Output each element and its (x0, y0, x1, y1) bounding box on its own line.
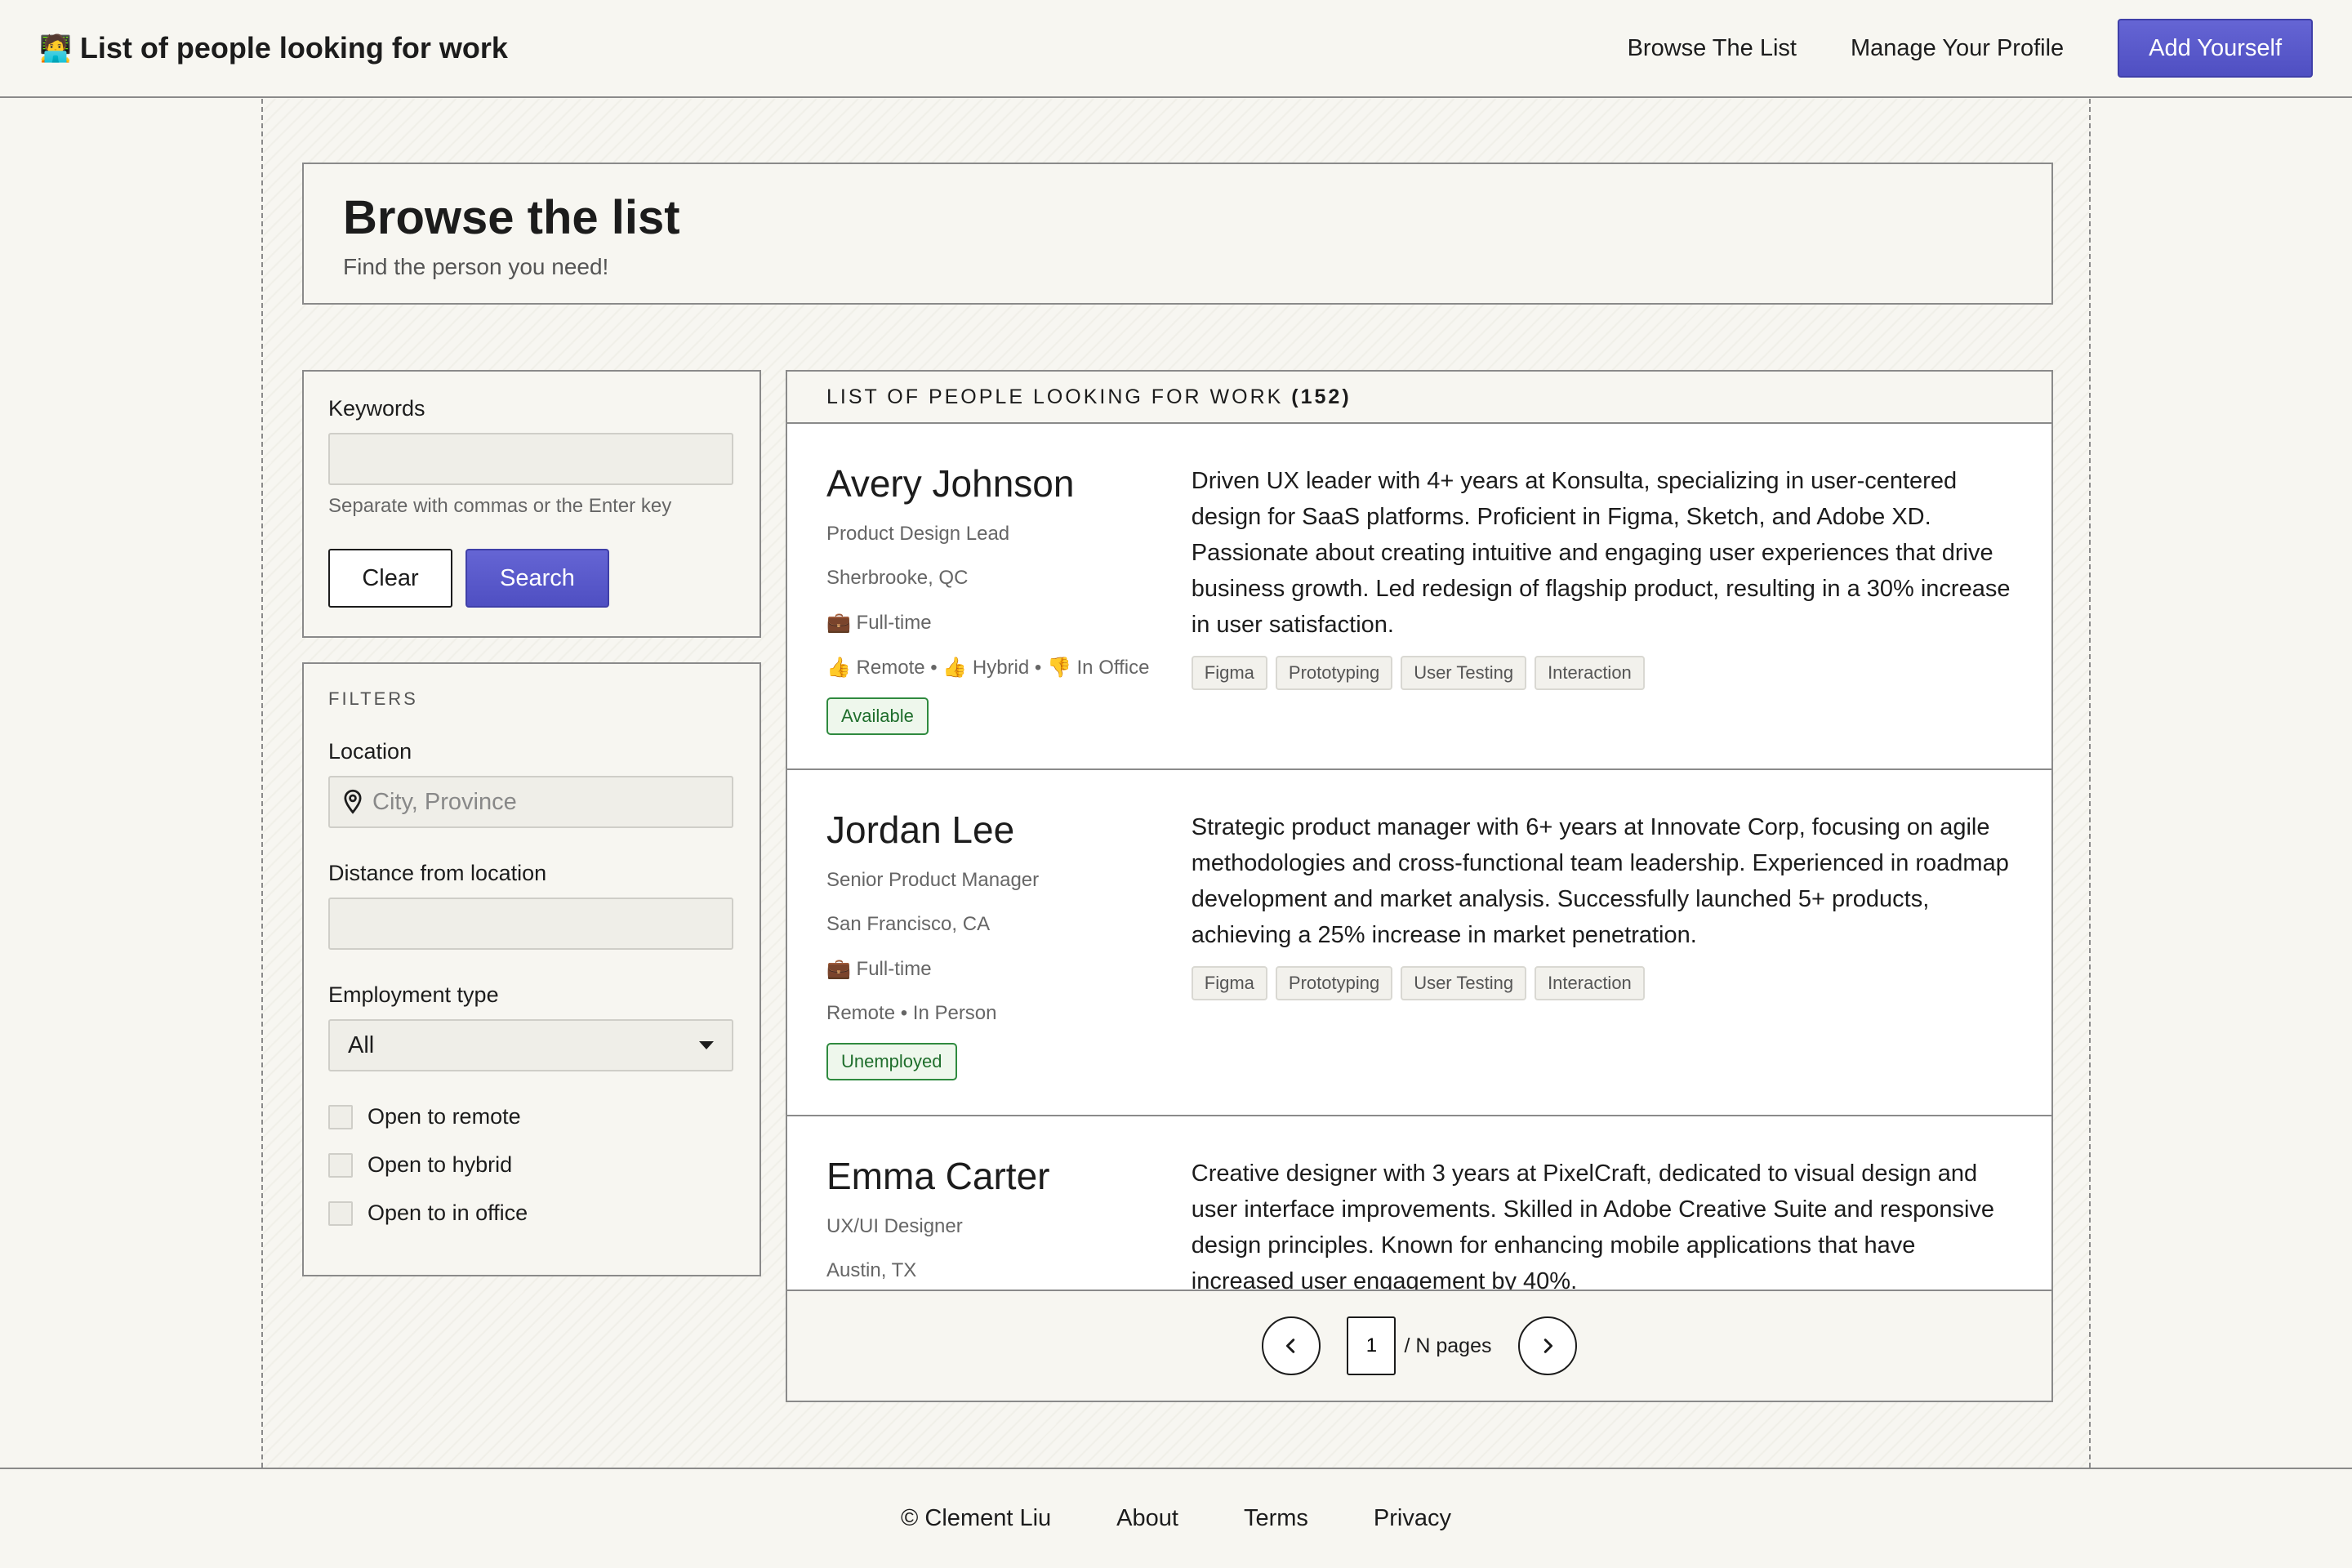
top-header: 🧑‍💻 List of people looking for work Brow… (0, 0, 2352, 98)
work-preferences: 👍 Remote • 👍 Hybrid • 👎 In Office (826, 656, 1150, 679)
skill-tag: Figma (1191, 966, 1267, 1000)
location-pin-icon (344, 789, 362, 814)
open-to-office-option[interactable]: Open to in office (328, 1200, 735, 1226)
person-title: UX/UI Designer (826, 1214, 963, 1237)
filters-heading: FILTERS (328, 688, 418, 709)
person-summary: Jordan Lee Senior Product Manager San Fr… (826, 809, 1192, 1115)
person-name[interactable]: Emma Carter (826, 1156, 1192, 1197)
list-heading: LIST OF PEOPLE LOOKING FOR WORK (826, 385, 1284, 408)
person-title: Product Design Lead (826, 522, 1010, 545)
open-to-office-checkbox[interactable] (328, 1200, 353, 1226)
person-bio: Strategic product manager with 6+ years … (1191, 814, 2009, 948)
open-to-office-label: Open to in office (368, 1200, 528, 1225)
location-input[interactable] (372, 777, 720, 826)
next-page-button[interactable] (1517, 1316, 1577, 1375)
page-count-label: / N pages (1404, 1334, 1492, 1357)
location-input-wrapper[interactable] (328, 776, 733, 828)
person-details: Creative designer with 3 years at PixelC… (1192, 1156, 2012, 1290)
person-summary: Avery Johnson Product Design Lead Sherbr… (826, 463, 1192, 768)
skill-tag: Interaction (1535, 656, 1645, 690)
pagination: / N pages (787, 1290, 2051, 1401)
main-nav: Browse The List Manage Your Profile Add … (1574, 19, 2313, 78)
employment-type-value: All (348, 1031, 375, 1058)
work-preferences: Remote • In Person (826, 1001, 997, 1024)
list-item[interactable]: Emma Carter UX/UI Designer Austin, TX Cr… (787, 1116, 2051, 1290)
employment-filter: Employment type All (328, 982, 735, 1071)
location-label: Location (328, 739, 412, 764)
skill-tag: Figma (1191, 656, 1267, 690)
skill-tags: Figma Prototyping User Testing Interacti… (1191, 966, 2012, 1000)
brand-title: List of people looking for work (79, 31, 508, 65)
copyright: © Clement Liu (901, 1505, 1052, 1531)
distance-filter: Distance from location (328, 861, 735, 950)
page-title-box: Browse the list Find the person you need… (302, 163, 2053, 305)
person-location: Sherbrooke, QC (826, 566, 969, 589)
clear-button[interactable]: Clear (328, 549, 452, 608)
skill-tag: User Testing (1401, 656, 1527, 690)
chevron-right-icon (1544, 1339, 1552, 1353)
skill-tag: User Testing (1401, 966, 1527, 1000)
main-content: Browse the list Find the person you need… (261, 99, 2091, 1468)
person-name[interactable]: Avery Johnson (826, 463, 1192, 505)
search-button[interactable]: Search (466, 549, 609, 608)
page-number-input[interactable] (1347, 1316, 1396, 1375)
footer: © Clement Liu About Terms Privacy (0, 1468, 2352, 1568)
nav-manage-profile-link[interactable]: Manage Your Profile (1851, 35, 2064, 62)
skill-tag: Prototyping (1275, 656, 1393, 690)
open-to-hybrid-label: Open to hybrid (368, 1152, 513, 1177)
person-details: Driven UX leader with 4+ years at Konsul… (1191, 463, 2012, 768)
list-count: (152) (1291, 385, 1352, 408)
person-details: Strategic product manager with 6+ years … (1191, 809, 2012, 1115)
employment-type-label: Employment type (328, 982, 499, 1007)
status-badge: Available (826, 697, 929, 735)
people-list[interactable]: Avery Johnson Product Design Lead Sherbr… (787, 424, 2051, 1290)
filters-panel: FILTERS Location Distance from location … (302, 662, 761, 1276)
open-to-remote-checkbox[interactable] (328, 1104, 353, 1129)
caret-down-icon (699, 1041, 714, 1049)
status-badge: Unemployed (826, 1042, 957, 1080)
chevron-left-icon (1286, 1339, 1295, 1353)
employment-type: 💼 Full-time (826, 957, 932, 980)
skill-tag: Interaction (1535, 966, 1645, 1000)
footer-terms-link[interactable]: Terms (1244, 1505, 1308, 1532)
keywords-input[interactable] (328, 433, 733, 485)
brand[interactable]: 🧑‍💻 List of people looking for work (39, 31, 508, 65)
open-to-remote-option[interactable]: Open to remote (328, 1104, 735, 1129)
person-name[interactable]: Jordan Lee (826, 809, 1192, 851)
person-title: Senior Product Manager (826, 868, 1040, 891)
footer-privacy-link[interactable]: Privacy (1374, 1505, 1451, 1532)
people-list-panel: LIST OF PEOPLE LOOKING FOR WORK (152) Av… (786, 370, 2053, 1402)
list-header: LIST OF PEOPLE LOOKING FOR WORK (152) (787, 372, 2051, 424)
search-panel: Keywords Separate with commas or the Ent… (302, 370, 761, 638)
employment-type: 💼 Full-time (826, 611, 932, 634)
skill-tag: Prototyping (1275, 966, 1393, 1000)
keywords-hint: Separate with commas or the Enter key (328, 495, 672, 517)
location-filter: Location (328, 739, 735, 828)
open-to-remote-label: Open to remote (368, 1104, 521, 1129)
keywords-label: Keywords (328, 396, 425, 421)
person-bio: Driven UX leader with 4+ years at Konsul… (1191, 468, 2011, 638)
technologist-icon: 🧑‍💻 (39, 33, 72, 63)
footer-about-link[interactable]: About (1116, 1505, 1178, 1532)
search-actions: Clear Search (328, 549, 735, 608)
page-subtitle: Find the person you need! (343, 253, 609, 279)
previous-page-button[interactable] (1262, 1316, 1321, 1375)
list-item[interactable]: Jordan Lee Senior Product Manager San Fr… (787, 770, 2051, 1116)
employment-type-select[interactable]: All (328, 1019, 733, 1071)
person-location: Austin, TX (826, 1258, 917, 1281)
open-to-hybrid-checkbox[interactable] (328, 1152, 353, 1178)
distance-input[interactable] (328, 898, 733, 950)
open-to-hybrid-option[interactable]: Open to hybrid (328, 1152, 735, 1178)
person-summary: Emma Carter UX/UI Designer Austin, TX (826, 1156, 1192, 1290)
add-yourself-button[interactable]: Add Yourself (2118, 19, 2313, 78)
list-item[interactable]: Avery Johnson Product Design Lead Sherbr… (787, 424, 2051, 770)
person-location: San Francisco, CA (826, 912, 991, 935)
skill-tags: Figma Prototyping User Testing Interacti… (1191, 656, 2012, 690)
page-title: Browse the list (343, 191, 680, 244)
nav-browse-link[interactable]: Browse The List (1628, 35, 1797, 62)
distance-label: Distance from location (328, 861, 547, 885)
person-bio: Creative designer with 3 years at PixelC… (1191, 1160, 1995, 1290)
